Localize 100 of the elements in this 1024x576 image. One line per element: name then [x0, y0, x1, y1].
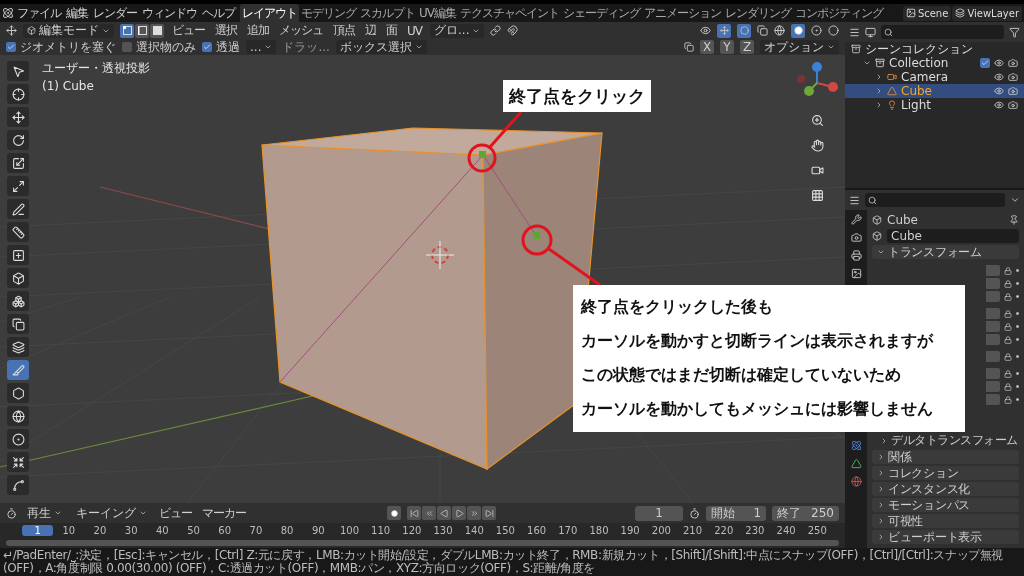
orbit-icon[interactable] [850, 440, 862, 451]
play-reverse-button[interactable] [437, 506, 452, 520]
orientation-dropdown[interactable]: グロ... [430, 23, 485, 38]
display-mode-icon[interactable] [865, 26, 876, 38]
eye-icon[interactable] [994, 86, 1004, 96]
menu-item[interactable]: 面 [384, 22, 399, 39]
expand-right-icon[interactable] [875, 87, 883, 95]
start-frame-field[interactable]: 開始 1 [706, 505, 767, 521]
eye-icon[interactable] [994, 100, 1004, 110]
filter-icon[interactable] [1009, 26, 1020, 38]
object-icon[interactable] [872, 231, 882, 241]
tool-button[interactable] [7, 475, 29, 495]
timeline-dropdown[interactable]: キーイング [72, 506, 151, 520]
tool-button[interactable] [7, 291, 29, 311]
menu-item[interactable]: ウィンドウ [140, 4, 199, 22]
number-field[interactable] [986, 265, 1000, 276]
menu-item[interactable]: ビュー [170, 22, 207, 39]
tool-button[interactable] [7, 245, 29, 265]
menu-item[interactable]: UV [405, 23, 424, 38]
expand-down-icon[interactable] [863, 59, 871, 67]
scene-field[interactable]: Scene [902, 5, 952, 21]
tool-button[interactable] [7, 130, 29, 150]
solid-shading-button[interactable] [791, 23, 805, 38]
workspace-tab[interactable]: レイアウト [240, 4, 299, 22]
dot-icon[interactable] [1016, 269, 1019, 272]
workspace-tab[interactable]: UV編集 [417, 4, 458, 22]
panel-header[interactable]: 可視性 [872, 514, 1019, 528]
tool-button[interactable] [7, 268, 29, 288]
options-dropdown[interactable]: オプション [760, 40, 839, 54]
prev-key-button[interactable] [422, 506, 437, 520]
number-field[interactable] [986, 278, 1000, 289]
tool-button[interactable] [7, 222, 29, 242]
current-frame-field[interactable]: 1 [635, 505, 684, 521]
wrench-icon[interactable] [850, 214, 862, 225]
play-button[interactable] [452, 506, 467, 520]
panel-header[interactable]: モーションパス [872, 498, 1019, 512]
panel-header[interactable]: インスタンス化 [872, 482, 1019, 496]
stopwatch-icon[interactable] [689, 507, 701, 519]
outliner-row[interactable]: Camera [845, 70, 1024, 84]
jump-end-button[interactable] [482, 506, 497, 520]
eye-icon[interactable] [994, 72, 1004, 82]
wireframe-icon[interactable] [774, 25, 785, 36]
menu-item[interactable]: ヘルプ [200, 4, 237, 22]
link-icon[interactable] [490, 25, 502, 36]
tool-button[interactable] [7, 107, 29, 127]
checkbox[interactable] [122, 42, 132, 52]
dot-icon[interactable] [1016, 385, 1019, 388]
jump-start-button[interactable] [407, 506, 422, 520]
camera-icon[interactable] [850, 232, 862, 243]
number-field[interactable] [986, 334, 1000, 345]
record-button[interactable] [387, 506, 402, 520]
lock-icon[interactable] [1004, 382, 1012, 391]
dot-icon[interactable] [1016, 325, 1019, 328]
lock-icon[interactable] [1004, 292, 1012, 301]
outliner-row[interactable]: Collection [845, 56, 1024, 70]
subpanel-header[interactable]: デルタトランスフォーム [880, 433, 1018, 448]
app-logo-icon[interactable] [2, 7, 14, 19]
camera-icon[interactable] [1008, 86, 1018, 96]
lock-icon[interactable] [1004, 335, 1012, 344]
sphere-icon[interactable] [850, 476, 862, 487]
dot-icon[interactable] [1016, 355, 1019, 358]
number-field[interactable] [986, 291, 1000, 302]
expand-right-icon[interactable] [875, 73, 883, 81]
checkbox[interactable] [202, 42, 212, 52]
end-frame-field[interactable]: 終了 250 [772, 505, 839, 521]
printer-icon[interactable] [850, 250, 862, 261]
panel-header[interactable]: コレクション [872, 466, 1019, 480]
panel-header[interactable]: ビューポート表示 [872, 530, 1019, 544]
tool-button[interactable] [7, 84, 29, 104]
dropdown[interactable]: ... [246, 40, 277, 54]
lock-icon[interactable] [1004, 352, 1012, 361]
number-field[interactable] [986, 308, 1000, 319]
workspace-tab[interactable]: レンダリング [723, 4, 793, 22]
tool-button[interactable] [7, 406, 29, 426]
menu-item[interactable]: 編集 [64, 4, 90, 22]
lock-icon[interactable] [1004, 266, 1012, 275]
tool-button[interactable] [7, 337, 29, 357]
dot-icon[interactable] [1016, 295, 1019, 298]
editor-type-icon[interactable] [6, 25, 17, 36]
image-icon[interactable] [850, 268, 862, 279]
dot-icon[interactable] [1016, 372, 1019, 375]
select-mode-button[interactable] [150, 23, 164, 38]
camera-icon[interactable] [1008, 72, 1018, 82]
tool-button[interactable] [7, 199, 29, 219]
axis-button[interactable]: X [700, 40, 714, 54]
menu-item[interactable]: ビュー [157, 504, 194, 522]
camera-icon[interactable] [1008, 100, 1018, 110]
dot-icon[interactable] [1016, 282, 1019, 285]
menu-item[interactable]: レンダー [91, 4, 139, 22]
clock-icon[interactable] [6, 507, 17, 519]
menu-item[interactable]: メッシュ [277, 22, 325, 39]
axis-button[interactable]: Z [740, 40, 754, 54]
tool-button[interactable] [7, 452, 29, 472]
dot-icon[interactable] [1016, 398, 1019, 401]
menu-item[interactable]: 頂点 [331, 22, 357, 39]
menu-item[interactable]: ファイル [15, 4, 63, 22]
workspace-tab[interactable]: アニメーション [642, 4, 723, 22]
view-layer-field[interactable]: ViewLayer [952, 5, 1022, 21]
select-mode-button[interactable] [135, 23, 149, 38]
axis-button[interactable]: Y [720, 40, 734, 54]
